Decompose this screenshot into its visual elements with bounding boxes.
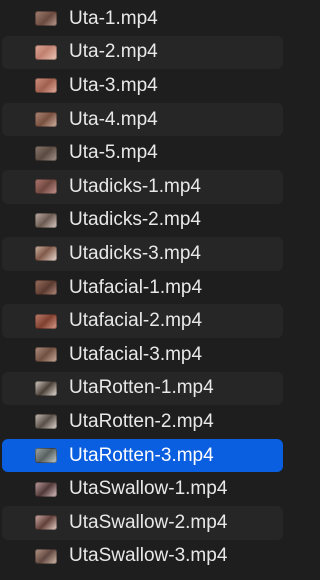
file-name: Utadicks-3.mp4	[69, 242, 201, 264]
video-thumbnail-icon	[35, 179, 57, 195]
file-name: Uta-4.mp4	[69, 108, 158, 130]
file-row-uta-3[interactable]: Uta-3.mp4	[2, 69, 283, 103]
file-name: Uta-2.mp4	[69, 41, 158, 63]
file-row-uta-1[interactable]: Uta-1.mp4	[2, 2, 283, 36]
video-thumbnail-icon	[35, 548, 57, 564]
file-row-utaswallow-1[interactable]: UtaSwallow-1.mp4	[2, 472, 283, 506]
file-name: UtaRotten-1.mp4	[69, 377, 214, 399]
file-row-uta-5[interactable]: Uta-5.mp4	[2, 136, 283, 170]
file-row-utarotten-3-selected[interactable]: UtaRotten-3.mp4	[2, 438, 283, 473]
file-list: Uta-1.mp4 Uta-2.mp4 Uta-3.mp4 Uta-4.mp4 …	[0, 0, 287, 580]
file-name: UtaRotten-2.mp4	[69, 410, 214, 432]
file-row-utaswallow-3[interactable]: UtaSwallow-3.mp4	[2, 540, 283, 574]
file-row-utadicks-2[interactable]: Utadicks-2.mp4	[2, 204, 283, 238]
file-name: Utafacial-2.mp4	[69, 310, 203, 332]
file-row-utafacial-2[interactable]: Utafacial-2.mp4	[2, 304, 283, 338]
video-thumbnail-icon	[35, 44, 57, 60]
file-name: UtaRotten-3.mp4	[69, 444, 214, 466]
file-row-utafacial-3[interactable]: Utafacial-3.mp4	[2, 338, 283, 372]
file-name: Uta-3.mp4	[69, 74, 158, 96]
file-name: Utadicks-1.mp4	[69, 175, 201, 197]
file-name: Utadicks-2.mp4	[69, 209, 201, 231]
video-thumbnail-icon	[35, 380, 57, 396]
file-row-utarotten-2[interactable]: UtaRotten-2.mp4	[2, 405, 283, 439]
video-thumbnail-icon	[35, 11, 57, 27]
file-row-utarotten-1[interactable]: UtaRotten-1.mp4	[2, 371, 283, 406]
file-row-utadicks-1[interactable]: Utadicks-1.mp4	[2, 169, 283, 204]
video-thumbnail-icon	[35, 481, 57, 497]
video-thumbnail-icon	[35, 515, 57, 531]
video-thumbnail-icon	[35, 246, 57, 262]
file-name: UtaSwallow-3.mp4	[69, 545, 228, 567]
file-name: Utafacial-1.mp4	[69, 276, 203, 298]
file-row-utaswallow-2[interactable]: UtaSwallow-2.mp4	[2, 505, 283, 540]
video-thumbnail-icon	[35, 145, 57, 161]
video-thumbnail-icon	[35, 313, 57, 329]
video-thumbnail-icon	[35, 280, 57, 296]
video-thumbnail-icon	[35, 112, 57, 128]
file-name: Uta-5.mp4	[69, 142, 158, 164]
video-thumbnail-icon	[35, 414, 57, 430]
video-thumbnail-icon	[35, 448, 57, 464]
file-name: UtaSwallow-2.mp4	[69, 511, 228, 533]
file-row-utadicks-3[interactable]: Utadicks-3.mp4	[2, 237, 283, 271]
file-name: UtaSwallow-1.mp4	[69, 478, 228, 500]
file-row-utafacial-1[interactable]: Utafacial-1.mp4	[2, 271, 283, 305]
video-thumbnail-icon	[35, 78, 57, 94]
video-thumbnail-icon	[35, 212, 57, 228]
video-thumbnail-icon	[35, 347, 57, 363]
file-name: Uta-1.mp4	[69, 7, 158, 29]
file-row-uta-2[interactable]: Uta-2.mp4	[2, 35, 283, 70]
file-name: Utafacial-3.mp4	[69, 343, 203, 365]
file-row-uta-4[interactable]: Uta-4.mp4	[2, 102, 283, 137]
